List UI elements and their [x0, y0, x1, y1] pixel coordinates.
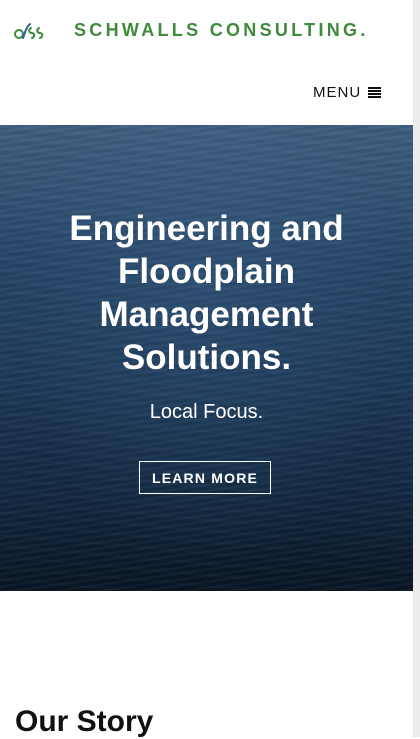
logo-icon[interactable]: [13, 19, 45, 43]
hero-title: Engineering and Floodplain Management So…: [69, 209, 344, 377]
menu-label: MENU: [313, 84, 362, 101]
site-header: SCHWALLS CONSULTING. MENU: [0, 0, 413, 125]
menu-button[interactable]: MENU: [313, 84, 382, 101]
page: SCHWALLS CONSULTING. MENU Engineering an…: [0, 0, 413, 738]
brand-name[interactable]: SCHWALLS CONSULTING.: [74, 20, 369, 41]
hero-subtitle: Local Focus.: [149, 401, 264, 423]
scrollbar-track[interactable]: [413, 0, 420, 737]
hamburger-icon: [368, 87, 382, 98]
our-story-heading: Our Story: [15, 705, 154, 738]
hero-banner: Engineering and Floodplain Management So…: [0, 125, 413, 591]
learn-more-button[interactable]: LEARN MORE: [139, 461, 271, 494]
